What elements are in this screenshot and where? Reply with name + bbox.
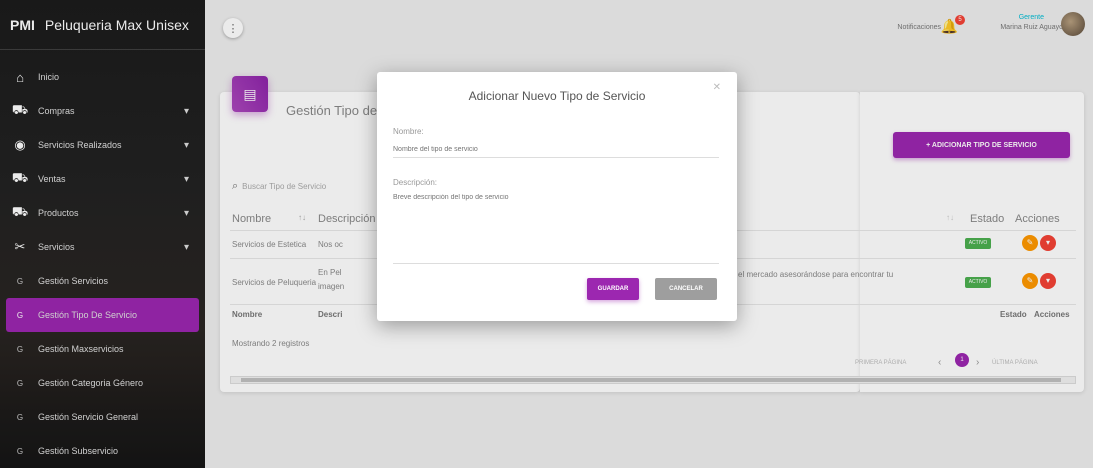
description-label: Descripción: bbox=[393, 178, 438, 187]
add-service-type-modal: Adicionar Nuevo Tipo de Servicio ✕ Nombr… bbox=[377, 72, 737, 321]
description-field[interactable] bbox=[393, 194, 719, 264]
close-icon[interactable]: ✕ bbox=[713, 82, 721, 93]
cancel-button[interactable]: CANCELAR bbox=[655, 278, 717, 300]
name-field[interactable] bbox=[393, 146, 719, 158]
save-button[interactable]: GUARDAR bbox=[587, 278, 639, 300]
modal-title: Adicionar Nuevo Tipo de Servicio bbox=[468, 89, 646, 103]
name-label: Nombre: bbox=[393, 127, 424, 136]
